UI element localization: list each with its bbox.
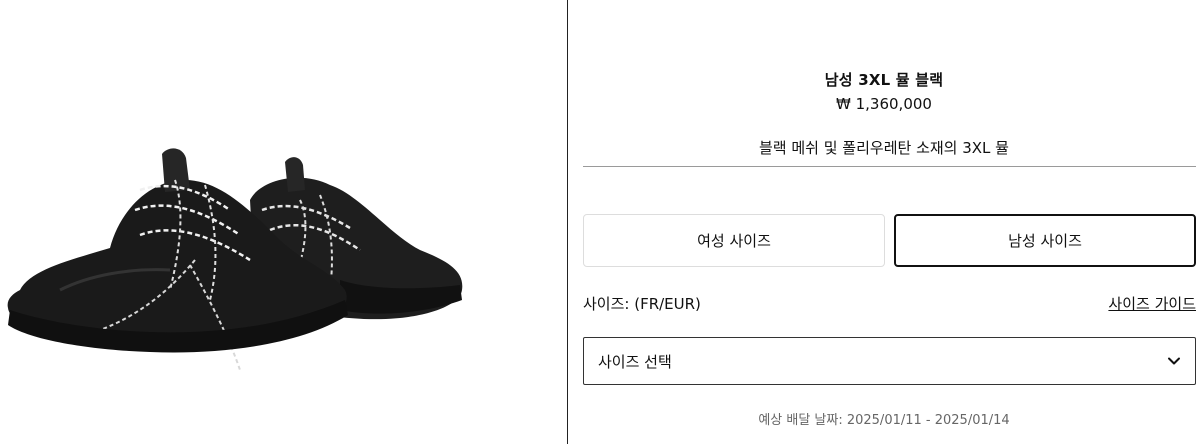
section-divider: [583, 166, 1196, 167]
product-info-panel: 남성 3XL 뮬 블랙 ₩ 1,360,000 블랙 메쉬 및 폴리우레탄 소재…: [568, 0, 1200, 444]
product-price: ₩ 1,360,000: [836, 95, 932, 113]
women-size-tab[interactable]: 여성 사이즈: [583, 214, 885, 267]
product-page: 남성 3XL 뮬 블랙 ₩ 1,360,000 블랙 메쉬 및 폴리우레탄 소재…: [0, 0, 1200, 444]
size-select-dropdown[interactable]: 사이즈 선택: [583, 337, 1196, 385]
product-image-panel: [0, 0, 568, 444]
product-description: 블랙 메쉬 및 폴리우레탄 소재의 3XL 뮬: [759, 139, 1009, 157]
men-size-tab[interactable]: 남성 사이즈: [894, 214, 1196, 267]
product-image: [7, 148, 463, 371]
delivery-estimate: 예상 배달 날짜: 2025/01/11 - 2025/01/14: [758, 413, 1010, 428]
size-system-label: 사이즈: (FR/EUR): [583, 295, 701, 313]
chevron-down-icon: [1168, 357, 1180, 365]
product-title: 남성 3XL 뮬 블랙: [824, 71, 944, 89]
size-guide-link[interactable]: 사이즈 가이드: [1108, 293, 1196, 314]
size-select-placeholder: 사이즈 선택: [598, 352, 672, 371]
